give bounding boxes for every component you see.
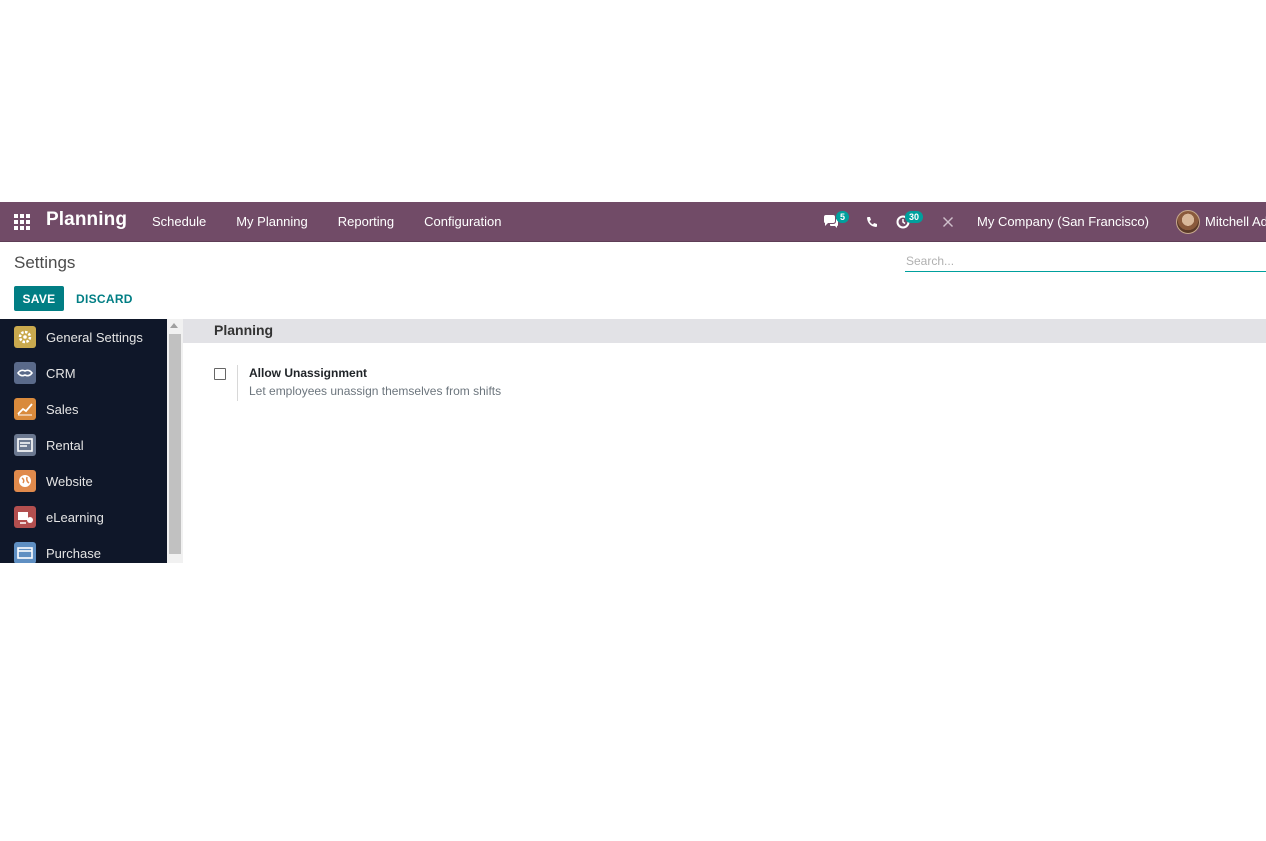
settings-sidebar: General Settings CRM Sales Rental Websit… bbox=[0, 319, 167, 563]
main-menu: Schedule My Planning Reporting Configura… bbox=[137, 202, 516, 241]
company-switcher[interactable]: My Company (San Francisco) bbox=[977, 202, 1149, 241]
sidebar-item-general-settings[interactable]: General Settings bbox=[0, 319, 167, 355]
activities-button[interactable]: 30 bbox=[894, 202, 926, 241]
menu-item-schedule[interactable]: Schedule bbox=[137, 202, 221, 241]
sidebar-item-crm[interactable]: CRM bbox=[0, 355, 167, 391]
globe-icon bbox=[14, 470, 36, 492]
sidebar-item-label: Website bbox=[46, 473, 93, 489]
scroll-thumb[interactable] bbox=[169, 334, 181, 554]
sidebar-item-sales[interactable]: Sales bbox=[0, 391, 167, 427]
allow-unassignment-checkbox[interactable] bbox=[214, 368, 226, 380]
menu-item-configuration[interactable]: Configuration bbox=[409, 202, 516, 241]
sidebar-item-purchase[interactable]: Purchase bbox=[0, 535, 167, 563]
apps-grid-icon[interactable] bbox=[14, 214, 30, 230]
sidebar-item-label: Purchase bbox=[46, 545, 101, 561]
section-title: Planning bbox=[214, 322, 274, 338]
handshake-icon bbox=[14, 362, 36, 384]
save-button[interactable]: SAVE bbox=[14, 286, 64, 311]
setting-title[interactable]: Allow Unassignment bbox=[249, 366, 367, 380]
chart-icon bbox=[14, 398, 36, 420]
messages-badge: 5 bbox=[836, 211, 850, 223]
user-menu[interactable]: Mitchell Ad bbox=[1205, 202, 1266, 241]
gear-icon bbox=[14, 326, 36, 348]
phone-button[interactable] bbox=[864, 202, 880, 241]
purchase-icon bbox=[14, 542, 36, 563]
sidebar-item-elearning[interactable]: eLearning bbox=[0, 499, 167, 535]
top-navbar: Planning Schedule My Planning Reporting … bbox=[0, 202, 1266, 242]
discard-button[interactable]: DISCARD bbox=[72, 286, 137, 311]
sidebar-item-label: CRM bbox=[46, 365, 76, 381]
app-window: Planning Schedule My Planning Reporting … bbox=[0, 202, 1266, 563]
tools-icon bbox=[943, 217, 953, 227]
messages-button[interactable]: 5 bbox=[820, 202, 852, 241]
page-title: Settings bbox=[14, 253, 76, 272]
elearning-icon bbox=[14, 506, 36, 528]
app-brand[interactable]: Planning bbox=[46, 209, 127, 231]
sidebar-item-label: Sales bbox=[46, 401, 79, 417]
activities-badge: 30 bbox=[905, 211, 924, 223]
setting-description: Let employees unassign themselves from s… bbox=[249, 384, 502, 398]
sidebar-scrollbar[interactable] bbox=[167, 319, 183, 563]
control-panel: Settings SAVE DISCARD bbox=[0, 242, 1266, 319]
sidebar-item-website[interactable]: Website bbox=[0, 463, 167, 499]
debug-tools-button[interactable] bbox=[940, 202, 956, 241]
menu-item-my-planning[interactable]: My Planning bbox=[221, 202, 323, 241]
settings-content: Planning Allow Unassignment Let employee… bbox=[183, 319, 1266, 563]
user-avatar[interactable] bbox=[1176, 210, 1200, 234]
rental-icon bbox=[14, 434, 36, 456]
phone-icon bbox=[867, 217, 877, 227]
menu-item-reporting[interactable]: Reporting bbox=[323, 202, 409, 241]
search-input[interactable] bbox=[905, 251, 1266, 272]
sidebar-item-rental[interactable]: Rental bbox=[0, 427, 167, 463]
setting-divider bbox=[237, 365, 238, 401]
scroll-up-arrow-icon[interactable] bbox=[170, 323, 178, 328]
section-header: Planning bbox=[183, 319, 1266, 343]
sidebar-item-label: eLearning bbox=[46, 509, 104, 525]
sidebar-item-label: General Settings bbox=[46, 329, 143, 345]
sidebar-item-label: Rental bbox=[46, 437, 84, 453]
